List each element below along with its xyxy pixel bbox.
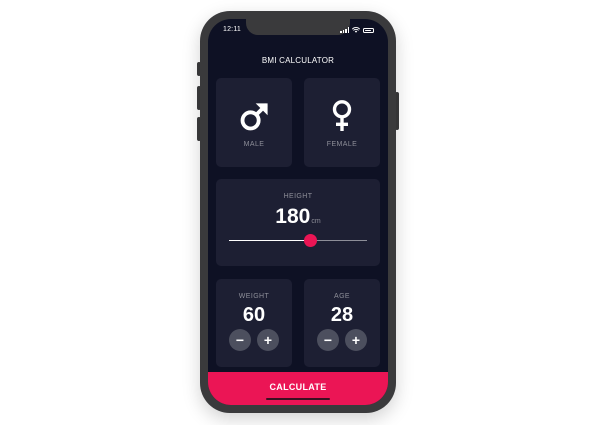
age-value: 28 <box>330 304 354 326</box>
height-slider[interactable] <box>229 234 367 247</box>
height-slider-thumb[interactable] <box>303 234 317 247</box>
height-value: 180 <box>275 205 311 228</box>
wifi-icon <box>352 27 360 33</box>
weight-value: 60 <box>242 304 266 326</box>
home-indicator <box>266 398 330 400</box>
height-unit: cm <box>311 218 321 225</box>
female-label: FEMALE <box>326 141 358 148</box>
weight-label: WEIGHT <box>238 293 270 300</box>
battery-icon <box>363 27 374 33</box>
phone-notch <box>246 19 350 35</box>
height-value-row: 180cm <box>216 205 380 229</box>
height-card: HEIGHT 180cm <box>216 179 380 266</box>
female-symbol-icon <box>332 100 352 131</box>
stage: 12:11 BMI CALCULATOR MALE FEMALE HEIGHT … <box>0 0 596 425</box>
male-symbol-icon <box>240 103 268 131</box>
height-label: HEIGHT <box>283 193 313 200</box>
age-increment-button[interactable]: + <box>345 329 367 351</box>
calculate-button-label: CALCULATE <box>269 382 327 392</box>
age-card: AGE 28 − + <box>304 279 380 367</box>
male-card[interactable]: MALE <box>216 78 292 167</box>
cellular-signal-icon <box>340 27 349 33</box>
male-label: MALE <box>243 141 265 148</box>
weight-card: WEIGHT 60 − + <box>216 279 292 367</box>
female-card[interactable]: FEMALE <box>304 78 380 167</box>
age-decrement-button[interactable]: − <box>317 329 339 351</box>
app-title: BMI CALCULATOR <box>261 56 335 65</box>
phone-frame: 12:11 BMI CALCULATOR MALE FEMALE HEIGHT … <box>200 11 396 413</box>
app-screen: 12:11 BMI CALCULATOR MALE FEMALE HEIGHT … <box>208 19 388 405</box>
height-slider-active-track <box>229 240 311 241</box>
status-bar-icons <box>340 27 374 33</box>
calculate-button[interactable]: CALCULATE <box>208 372 388 405</box>
weight-decrement-button[interactable]: − <box>229 329 251 351</box>
age-label: AGE <box>334 293 350 300</box>
status-bar-time: 12:11 <box>223 26 241 33</box>
weight-increment-button[interactable]: + <box>257 329 279 351</box>
